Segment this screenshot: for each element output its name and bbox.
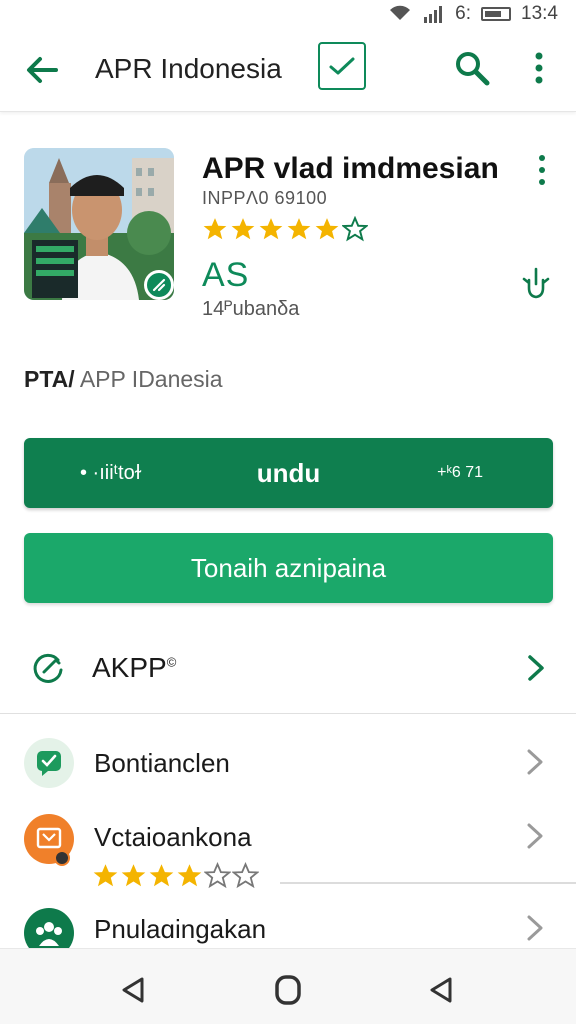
signal-icon	[390, 5, 411, 20]
star-filled-icon	[203, 218, 227, 240]
hand-pointer-icon[interactable]	[520, 266, 552, 300]
list-item-label: Bontianclen	[94, 748, 230, 778]
developer-line: PTA/ APP IDanesia	[24, 366, 223, 393]
star-filled-icon	[121, 864, 146, 887]
install-button[interactable]: • ·ıiiᵗtoɫ undu +ᵏ6 71	[24, 438, 553, 508]
cellular-icon	[424, 6, 443, 23]
star-filled-icon	[93, 864, 118, 887]
page-title: APR Indonesia	[95, 53, 282, 84]
chevron-right-icon	[528, 655, 544, 681]
list-item[interactable]: Pnulaɑingakan	[0, 906, 576, 948]
home-icon[interactable]	[271, 973, 305, 1007]
checkmark-icon	[329, 57, 355, 75]
app-id: INPPΛ0 69100	[202, 188, 328, 208]
star-outline-icon	[204, 862, 231, 889]
search-icon[interactable]	[452, 48, 492, 88]
install-button-right-text: +ᵏ6 71	[437, 464, 483, 481]
developer-name[interactable]: APP IDanesia	[80, 366, 223, 392]
secondary-action-label: Tonaih aznipaina	[190, 552, 387, 583]
clock: 13:4	[521, 3, 558, 24]
list-item[interactable]: Bontianclen	[0, 736, 576, 796]
status-text: 6:	[455, 3, 472, 24]
recents-triangle-icon[interactable]	[424, 973, 458, 1007]
list-item[interactable]: Vctaioankona	[0, 810, 576, 890]
star-filled-icon	[149, 864, 174, 887]
app-name: APR vlad imdmesian	[202, 152, 499, 185]
more-vert-icon[interactable]	[524, 48, 554, 88]
akpp-label: AKPP©	[92, 652, 177, 683]
app-bar: APR Indonesia	[0, 30, 576, 112]
chevron-right-icon	[527, 749, 543, 775]
star-outline-icon	[342, 216, 368, 242]
rating-stars	[202, 216, 368, 242]
star-filled-icon	[177, 864, 202, 887]
group-icon	[24, 908, 74, 948]
message-check-icon	[24, 738, 74, 788]
item-rating-stars	[92, 862, 259, 889]
star-filled-icon	[315, 218, 339, 240]
akpp-row[interactable]: AKPP©	[0, 630, 576, 714]
star-filled-icon	[231, 218, 255, 240]
star-filled-icon	[259, 218, 283, 240]
list-item-label: Vctaioankona	[94, 822, 252, 852]
system-nav-bar	[0, 948, 576, 1024]
install-button-left-text: • ·ıiiᵗtoɫ	[80, 461, 142, 484]
list-item-label: Pnulaɑingakan	[94, 914, 267, 944]
back-triangle-icon[interactable]	[116, 973, 150, 1007]
more-vert-icon[interactable]	[532, 152, 552, 188]
rating-code: AS	[202, 256, 250, 294]
secondary-action-button[interactable]: Tonaih aznipaina	[24, 533, 553, 603]
back-arrow-icon[interactable]	[22, 50, 62, 90]
check-toggle-button[interactable]	[318, 42, 366, 90]
battery-icon	[481, 7, 512, 21]
verified-badge-icon	[144, 270, 174, 300]
chevron-right-icon	[527, 823, 543, 849]
edit-circle-icon	[33, 653, 63, 683]
developer-prefix: PTA/	[24, 366, 75, 392]
chevron-right-icon	[527, 915, 543, 941]
divider	[280, 882, 576, 884]
badge-dot-icon	[54, 850, 70, 866]
app-header: APR vlad imdmesian INPPΛ0 69100 AS 14ᴾub…	[24, 148, 554, 320]
status-bar: 6: 13:4	[0, 0, 576, 28]
star-outline-icon	[232, 862, 259, 889]
downloads-count: 14ᴾubanδa	[202, 298, 300, 320]
star-filled-icon	[287, 218, 311, 240]
